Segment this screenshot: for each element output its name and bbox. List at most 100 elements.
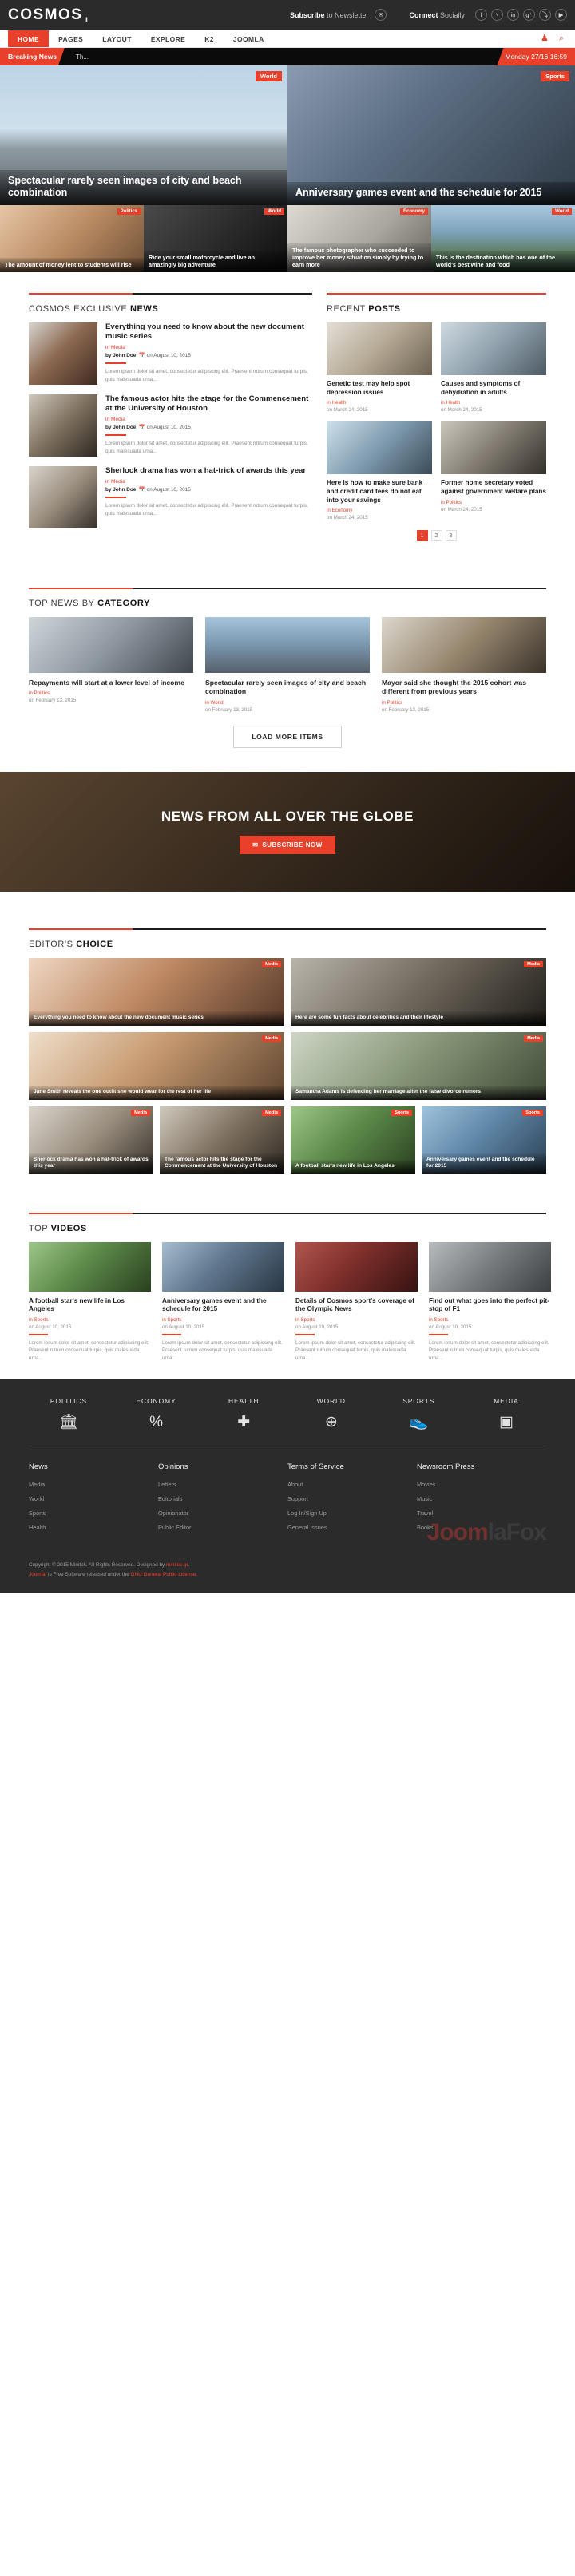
joomla-link[interactable]: Joomla! <box>29 1572 46 1577</box>
recent-post-card[interactable]: Genetic test may help spot depression is… <box>327 322 432 413</box>
exclusive-item-thumb[interactable] <box>29 466 97 528</box>
recent-post-card[interactable]: Former home secretary voted against gove… <box>441 421 546 520</box>
editors-tile-badge[interactable]: Media <box>524 960 543 967</box>
recent-post-title[interactable]: Causes and symptoms of dehydration in ad… <box>441 380 546 397</box>
footer-link[interactable]: Support <box>288 1495 417 1502</box>
editors-tile[interactable]: Media Everything you need to know about … <box>29 957 284 1026</box>
footer-link[interactable]: Log In/Sign Up <box>288 1510 417 1517</box>
video-thumbnail[interactable] <box>162 1241 284 1292</box>
exclusive-item[interactable]: The famous actor hits the stage for the … <box>29 394 312 457</box>
video-title[interactable]: Anniversary games event and the schedule… <box>162 1297 284 1314</box>
recent-post-card[interactable]: Here is how to make sure bank and credit… <box>327 421 432 520</box>
video-card[interactable]: Anniversary games event and the schedule… <box>162 1241 284 1362</box>
footer-link[interactable]: About <box>288 1481 417 1488</box>
hero-main-badge[interactable]: World <box>255 71 282 81</box>
hero-side-story[interactable]: Sports Anniversary games event and the s… <box>288 65 575 205</box>
site-logo[interactable]: COSMOS ‖ <box>8 6 88 25</box>
video-category[interactable]: in Sports <box>295 1317 418 1323</box>
footer-link[interactable]: Opinionator <box>158 1510 288 1517</box>
designer-link[interactable]: minitek.gr <box>166 1562 188 1568</box>
top-news-card[interactable]: Repayments will start at a lower level o… <box>29 617 193 712</box>
exclusive-item[interactable]: Sherlock drama has won a hat-trick of aw… <box>29 466 312 528</box>
youtube-icon[interactable]: ▶ <box>555 9 567 22</box>
video-thumbnail[interactable] <box>429 1241 551 1292</box>
recent-post-category[interactable]: in Economy <box>327 508 432 513</box>
top-news-category[interactable]: in Politics <box>29 690 193 696</box>
top-news-image[interactable] <box>205 617 370 674</box>
googleplus-icon[interactable]: g⁺ <box>523 9 535 22</box>
editors-tile[interactable]: Media Jane Smith reveals the one outfit … <box>29 1031 284 1100</box>
top-news-card[interactable]: Mayor said she thought the 2015 cohort w… <box>382 617 546 713</box>
search-icon[interactable]: ⌕ <box>559 34 564 43</box>
top-news-title[interactable]: Repayments will start at a lower level o… <box>29 679 193 687</box>
video-title[interactable]: A football star's new life in Los Angele… <box>29 1297 151 1314</box>
top-news-title[interactable]: Mayor said she thought the 2015 cohort w… <box>382 679 546 696</box>
hero-card-3-badge[interactable]: Economy <box>399 208 428 215</box>
load-more-button[interactable]: LOAD MORE ITEMS <box>233 725 342 748</box>
video-category[interactable]: in Sports <box>429 1317 551 1323</box>
recent-post-title[interactable]: Genetic test may help spot depression is… <box>327 380 432 397</box>
editors-tile-badge[interactable]: Media <box>262 1109 281 1116</box>
footer-link[interactable]: Editorials <box>158 1495 288 1502</box>
page-1-button[interactable]: 1 <box>416 530 428 542</box>
recent-post-category[interactable]: in Health <box>441 400 546 406</box>
exclusive-item-category[interactable]: in Media <box>105 479 312 485</box>
video-card[interactable]: Details of Cosmos sport's coverage of th… <box>295 1241 418 1362</box>
footer-category-media[interactable]: MEDIA ▣ <box>466 1397 546 1430</box>
video-card[interactable]: Find out what goes into the perfect pit-… <box>429 1241 551 1362</box>
user-icon[interactable]: ♟ <box>541 34 549 43</box>
footer-link[interactable]: Travel <box>417 1510 546 1517</box>
nav-item-layout[interactable]: LAYOUT <box>93 30 141 47</box>
page-3-button[interactable]: 3 <box>445 530 457 542</box>
twitter-icon[interactable]: ᵛ <box>491 9 503 22</box>
nav-item-joomla[interactable]: JOOMLA <box>224 30 274 47</box>
linkedin-icon[interactable]: in <box>507 9 519 22</box>
footer-link[interactable]: Sports <box>29 1510 158 1517</box>
footer-link[interactable]: Letters <box>158 1481 288 1488</box>
exclusive-item-title[interactable]: The famous actor hits the stage for the … <box>105 394 312 414</box>
hero-main-story[interactable]: World Spectacular rarely seen images of … <box>0 65 288 205</box>
footer-link[interactable]: Public Editor <box>158 1524 288 1531</box>
top-news-title[interactable]: Spectacular rarely seen images of city a… <box>205 679 370 696</box>
video-category[interactable]: in Sports <box>29 1317 151 1323</box>
editors-tile-badge[interactable]: Media <box>262 1035 281 1042</box>
nav-item-pages[interactable]: PAGES <box>49 30 93 47</box>
mail-icon[interactable]: ✉ <box>375 9 387 22</box>
editors-tile-badge[interactable]: Media <box>262 960 281 967</box>
facebook-icon[interactable]: f <box>475 9 487 22</box>
hero-card-1[interactable]: Politics The amount of money lent to stu… <box>0 205 144 272</box>
license-link[interactable]: GNU General Public License. <box>131 1572 197 1577</box>
footer-category-world[interactable]: WORLD ⊕ <box>291 1397 371 1430</box>
footer-link[interactable]: General Issues <box>288 1524 417 1531</box>
exclusive-item-title[interactable]: Sherlock drama has won a hat-trick of aw… <box>105 466 312 476</box>
hero-card-2[interactable]: World Ride your small motorcycle and liv… <box>144 205 288 272</box>
footer-link[interactable]: World <box>29 1495 158 1502</box>
nav-item-explore[interactable]: EXPLORE <box>141 30 195 47</box>
breaking-news-text[interactable]: Th... <box>76 53 89 61</box>
exclusive-item[interactable]: Everything you need to know about the ne… <box>29 322 312 385</box>
video-title[interactable]: Find out what goes into the perfect pit-… <box>429 1297 551 1314</box>
footer-link[interactable]: Health <box>29 1524 158 1531</box>
recent-post-title[interactable]: Here is how to make sure bank and credit… <box>327 479 432 505</box>
footer-category-economy[interactable]: ECONOMY % <box>117 1397 196 1430</box>
footer-category-sports[interactable]: SPORTS 👟 <box>379 1397 458 1430</box>
video-thumbnail[interactable] <box>295 1241 418 1292</box>
exclusive-item-category[interactable]: in Media <box>105 417 312 422</box>
recent-post-image[interactable] <box>327 322 432 375</box>
recent-post-category[interactable]: in Health <box>327 400 432 406</box>
footer-category-politics[interactable]: POLITICS 🏛 <box>29 1397 109 1430</box>
footer-category-health[interactable]: HEALTH ✚ <box>204 1397 284 1430</box>
video-title[interactable]: Details of Cosmos sport's coverage of th… <box>295 1297 418 1314</box>
subscribe-now-button[interactable]: ✉ SUBSCRIBE NOW <box>240 836 335 855</box>
editors-tile[interactable]: Media Here are some fun facts about cele… <box>291 957 546 1026</box>
hero-card-3[interactable]: Economy The famous photographer who succ… <box>288 205 431 272</box>
video-category[interactable]: in Sports <box>162 1317 284 1323</box>
editors-tile[interactable]: Sports Anniversary games event and the s… <box>422 1106 546 1174</box>
hero-side-badge[interactable]: Sports <box>541 71 569 81</box>
editors-tile[interactable]: Media The famous actor hits the stage fo… <box>160 1106 284 1174</box>
editors-tile-badge[interactable]: Sports <box>522 1109 543 1116</box>
recent-post-image[interactable] <box>327 421 432 475</box>
video-card[interactable]: A football star's new life in Los Angele… <box>29 1241 151 1362</box>
editors-tile[interactable]: Media Sherlock drama has won a hat-trick… <box>29 1106 153 1174</box>
recent-post-card[interactable]: Causes and symptoms of dehydration in ad… <box>441 322 546 413</box>
